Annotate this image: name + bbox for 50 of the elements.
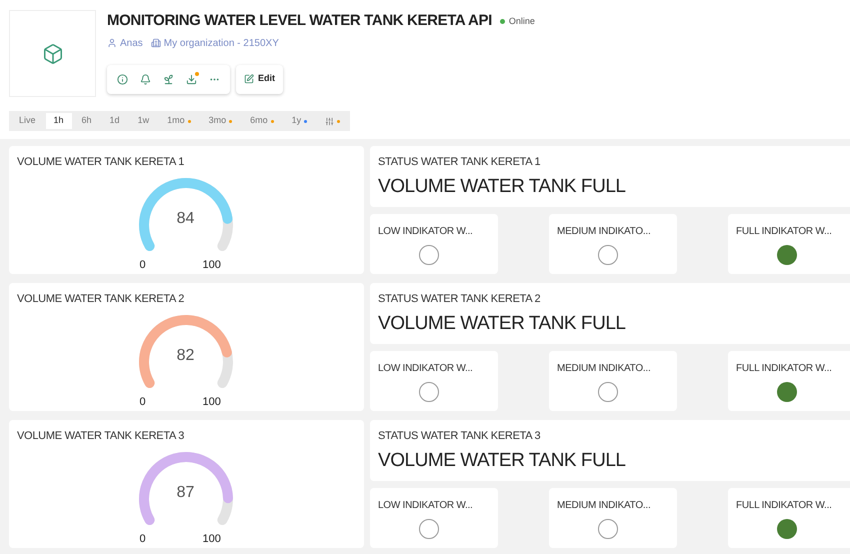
user-icon (107, 38, 117, 48)
time-tab[interactable]: 1w (130, 113, 158, 129)
organization-link[interactable]: My organization - 2150XY (164, 36, 279, 50)
indicator-label: FULL INDIKATOR W... (736, 225, 833, 239)
time-tab[interactable]: 1d (102, 113, 128, 129)
edit-button[interactable]: Edit (236, 64, 283, 94)
building-icon (150, 38, 161, 48)
info-icon[interactable] (117, 74, 128, 84)
indicator-label: LOW INDIKATOR W... (378, 225, 474, 239)
status-title: STATUS WATER TANK KERETA 3 (378, 429, 542, 444)
time-tab[interactable]: 6h (74, 113, 100, 129)
status-label: Online (508, 14, 535, 28)
sprout-icon[interactable] (163, 74, 174, 84)
indicator-label: MEDIUM INDIKATO... (557, 225, 652, 239)
gauge-min: 0 (140, 532, 146, 546)
time-tab[interactable]: 1y (284, 113, 316, 129)
time-tab[interactable]: Live (11, 113, 44, 129)
time-tab[interactable]: 3mo (200, 113, 240, 129)
gauge-min: 0 (140, 394, 146, 410)
status-title: STATUS WATER TANK KERETA 1 (378, 155, 542, 170)
indicator-label: FULL INDIKATOR W... (736, 499, 833, 513)
gauge-title: VOLUME WATER TANK KERETA 2 (17, 292, 186, 307)
status-text: VOLUME WATER TANK FULL (378, 312, 626, 336)
gauge-min: 0 (140, 258, 146, 272)
status-text: VOLUME WATER TANK FULL (378, 174, 626, 198)
gauge-title: VOLUME WATER TANK KERETA 1 (17, 155, 186, 170)
gauge-value: 82 (176, 346, 196, 366)
gauge-title: VOLUME WATER TANK KERETA 3 (17, 429, 186, 444)
time-tab[interactable]: 6mo (242, 113, 282, 129)
download-icon[interactable] (186, 74, 197, 84)
indicator-label: LOW INDIKATOR W... (378, 362, 474, 376)
status-text: VOLUME WATER TANK FULL (378, 448, 626, 472)
gauge-max: 100 (202, 532, 221, 546)
gauge-value: 84 (176, 208, 196, 228)
time-tab[interactable]: 1mo (159, 113, 199, 129)
sliders-icon (325, 116, 334, 126)
indicator-label: MEDIUM INDIKATO... (557, 362, 652, 376)
time-tab[interactable]: 1h (46, 113, 72, 129)
indicator-label: LOW INDIKATOR W... (378, 499, 474, 513)
status-title: STATUS WATER TANK KERETA 2 (378, 292, 542, 307)
indicator-label: MEDIUM INDIKATO... (557, 499, 652, 513)
edit-icon (244, 74, 254, 84)
indicator-label: FULL INDIKATOR W... (736, 362, 833, 376)
bell-icon[interactable] (140, 74, 151, 84)
gauge-value: 87 (176, 482, 196, 502)
gauge-max: 100 (202, 258, 221, 272)
dashboard-title: MONITORING WATER LEVEL WATER TANK KERETA API (107, 11, 492, 31)
owner-link[interactable]: Anas (120, 36, 143, 50)
cube-icon (42, 42, 64, 64)
gauge-max: 100 (202, 394, 221, 410)
